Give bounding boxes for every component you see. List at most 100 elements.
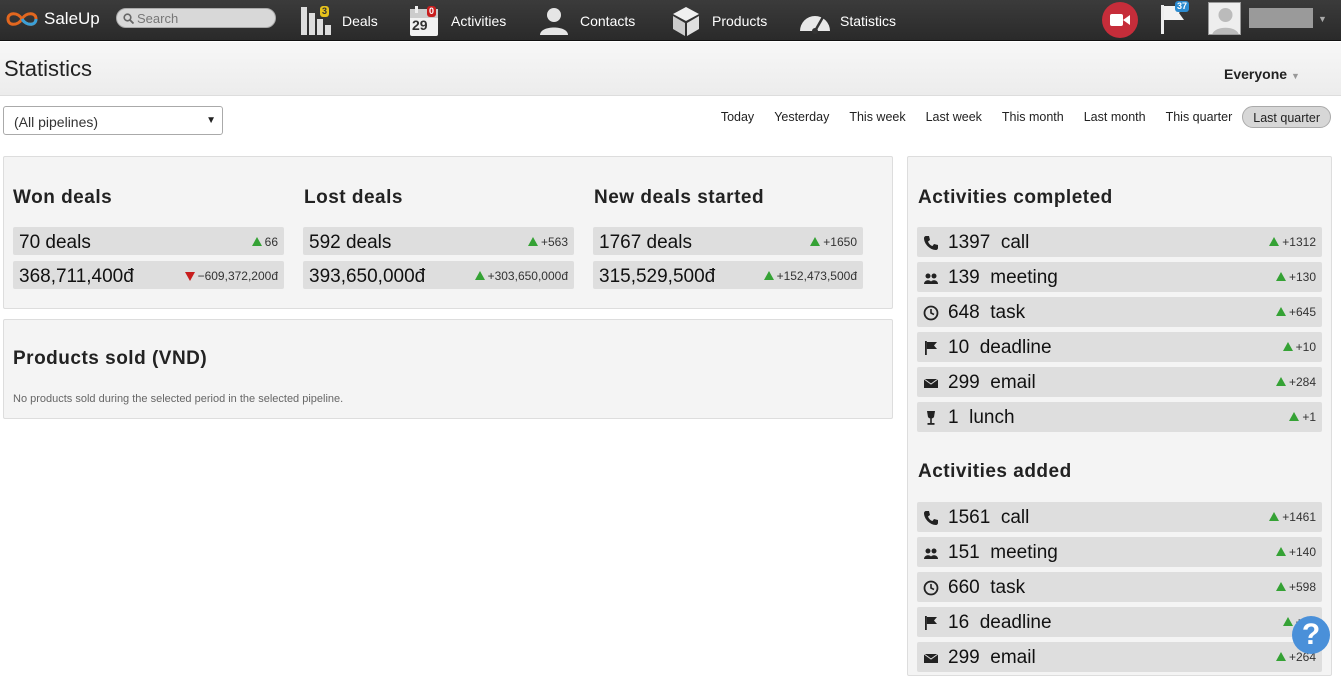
- nav-products[interactable]: Products: [670, 0, 767, 41]
- new-deals-count-delta: +1650: [823, 235, 857, 249]
- phone-icon: [924, 511, 938, 525]
- trend-up-icon: [1269, 237, 1280, 246]
- trend-up-icon: [1275, 547, 1286, 556]
- new-deals-title: New deals started: [594, 187, 765, 208]
- activity-count: 299: [948, 647, 980, 668]
- new-deals-amount-row[interactable]: 315,529,500đ +152,473,500đ: [593, 261, 863, 289]
- nav-activities[interactable]: 29 0 Activities: [409, 0, 506, 41]
- activities-completed-title: Activities completed: [918, 187, 1113, 208]
- nav-products-label: Products: [712, 12, 768, 29]
- trend-up-icon: [1282, 617, 1293, 626]
- new-deals-amount-delta: +152,473,500đ: [776, 269, 857, 283]
- activity-added-call[interactable]: 1561 call +1461: [917, 502, 1322, 532]
- trend-up-icon: [1289, 412, 1300, 421]
- user-menu[interactable]: [1249, 8, 1313, 28]
- trend-down-icon: [184, 272, 195, 281]
- won-deals-amount-row[interactable]: 368,711,400đ −609,372,200đ: [13, 261, 284, 289]
- notifications-button[interactable]: 37: [1158, 1, 1192, 37]
- nav-contacts-label: Contacts: [580, 12, 636, 29]
- activity-delta: +1461: [1282, 510, 1316, 524]
- activity-delta: +1: [1302, 410, 1316, 424]
- activity-type: lunch: [969, 407, 1015, 428]
- search-icon: [123, 12, 134, 24]
- clock-icon: [923, 305, 939, 321]
- period-last-quarter[interactable]: Last quarter: [1242, 106, 1331, 128]
- activity-added-email[interactable]: 299 email +264: [917, 642, 1322, 672]
- activity-type: call: [1000, 232, 1030, 253]
- activity-count: 660: [948, 577, 980, 598]
- avatar[interactable]: [1208, 2, 1241, 35]
- activity-completed-deadline[interactable]: 10 deadline +10: [917, 332, 1322, 362]
- products-sold-title: Products sold (VND): [13, 348, 208, 369]
- period-this-week[interactable]: This week: [839, 106, 915, 128]
- search-input[interactable]: [137, 10, 267, 26]
- period-this-quarter[interactable]: This quarter: [1156, 106, 1243, 128]
- search-box[interactable]: [116, 8, 276, 28]
- pipeline-select[interactable]: (All pipelines) ▼: [3, 106, 223, 135]
- period-today[interactable]: Today: [711, 106, 764, 128]
- activity-added-task[interactable]: 660 task +598: [917, 572, 1322, 602]
- nav-contacts[interactable]: Contacts: [538, 0, 635, 41]
- period-last-week[interactable]: Last week: [916, 106, 992, 128]
- nav-deals-label: Deals: [342, 12, 378, 29]
- activity-count: 1561: [948, 507, 991, 528]
- lost-deals-amount-delta: +303,650,000đ: [487, 269, 568, 283]
- video-camera-icon: [1110, 14, 1130, 26]
- lost-deals-amount-row[interactable]: 393,650,000đ +303,650,000đ: [303, 261, 574, 289]
- deals-summary-panel: Won deals 70 deals 66 368,711,400đ −609,…: [3, 156, 893, 309]
- trend-up-icon: [1269, 512, 1280, 521]
- activity-count: 16: [948, 612, 970, 633]
- activity-completed-meeting[interactable]: 139 meeting +130: [917, 262, 1322, 292]
- activity-delta: +284: [1288, 375, 1316, 389]
- period-tabs: Today Yesterday This week Last week This…: [711, 106, 1331, 128]
- activity-completed-lunch[interactable]: 1 lunch +1: [917, 402, 1322, 432]
- new-deals-count: 1767 deals: [599, 232, 692, 253]
- contacts-icon: [538, 5, 570, 37]
- trend-up-icon: [810, 237, 821, 246]
- activity-type: email: [990, 647, 1036, 668]
- trend-up-icon: [1275, 307, 1286, 316]
- trend-up-icon: [1275, 582, 1286, 591]
- activity-added-deadline[interactable]: 16 deadline +15: [917, 607, 1322, 637]
- activity-delta: +598: [1288, 580, 1316, 594]
- phone-icon: [924, 236, 938, 250]
- nav-statistics[interactable]: Statistics: [798, 0, 896, 41]
- speedometer-icon: [798, 5, 830, 37]
- lost-deals-count-row[interactable]: 592 deals +563: [303, 227, 574, 255]
- won-deals-amount-delta: −609,372,200đ: [197, 269, 278, 283]
- period-yesterday[interactable]: Yesterday: [764, 106, 839, 128]
- period-this-month[interactable]: This month: [992, 106, 1074, 128]
- period-last-month[interactable]: Last month: [1074, 106, 1156, 128]
- activity-added-meeting[interactable]: 151 meeting +140: [917, 537, 1322, 567]
- activity-completed-email[interactable]: 299 email +284: [917, 367, 1322, 397]
- top-navigation-bar: SaleUp 3 Deals 29 0 Activities Contacts …: [0, 0, 1341, 41]
- activity-type: deadline: [979, 612, 1052, 633]
- owner-filter-dropdown[interactable]: Everyone ▼: [1224, 66, 1300, 82]
- activity-count: 151: [948, 542, 980, 563]
- activity-delta: +10: [1295, 340, 1316, 354]
- user-icon: [1212, 8, 1239, 34]
- lost-deals-amount: 393,650,000đ: [309, 266, 426, 287]
- user-menu-caret-icon[interactable]: ▼: [1318, 14, 1327, 24]
- trend-up-icon: [251, 237, 262, 246]
- activity-delta: +1312: [1282, 235, 1316, 249]
- nav-activities-label: Activities: [451, 12, 507, 29]
- flag-icon: [925, 341, 937, 355]
- activity-completed-call[interactable]: 1397 call +1312: [917, 227, 1322, 257]
- won-deals-count-row[interactable]: 70 deals 66: [13, 227, 284, 255]
- products-empty-message: No products sold during the selected per…: [13, 393, 344, 405]
- trend-up-icon: [527, 237, 538, 246]
- activity-count: 648: [948, 302, 980, 323]
- trend-up-icon: [1275, 377, 1286, 386]
- activity-type: deadline: [979, 337, 1052, 358]
- won-deals-title: Won deals: [13, 187, 113, 208]
- calendar-icon: 29 0: [409, 5, 441, 37]
- activity-completed-task[interactable]: 648 task +645: [917, 297, 1322, 327]
- nav-deals[interactable]: 3 Deals: [300, 0, 378, 41]
- help-button[interactable]: ?: [1292, 616, 1330, 654]
- won-deals-amount: 368,711,400đ: [19, 266, 134, 287]
- app-logo[interactable]: SaleUp: [4, 8, 100, 30]
- page-header: Statistics Everyone ▼: [0, 42, 1341, 96]
- new-deals-count-row[interactable]: 1767 deals +1650: [593, 227, 863, 255]
- record-video-button[interactable]: [1102, 2, 1138, 38]
